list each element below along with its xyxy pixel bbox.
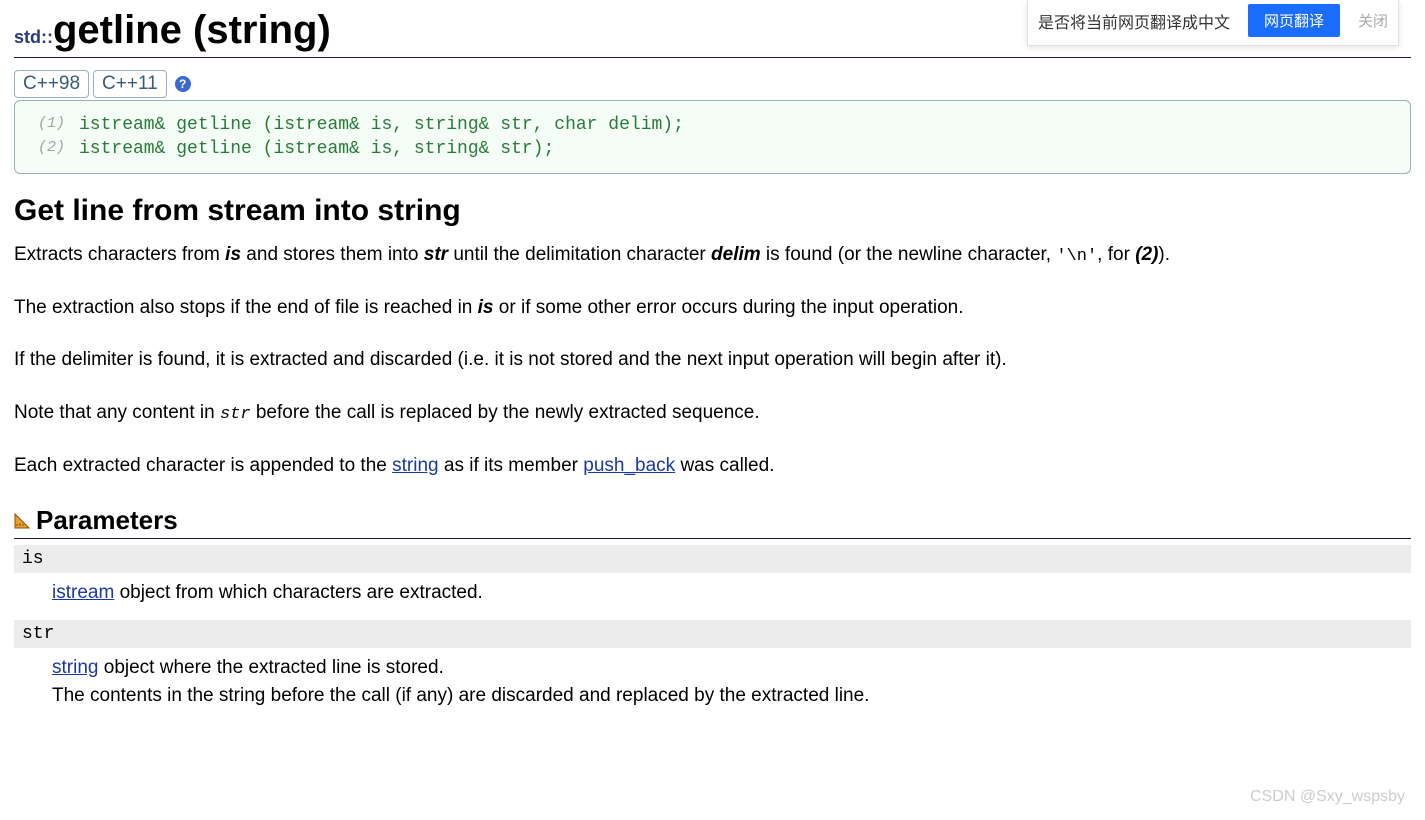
namespace-prefix: std::	[14, 27, 53, 48]
param-str-name: str	[14, 620, 1411, 648]
para-3: If the delimiter is found, it is extract…	[14, 347, 1411, 374]
signature-1-code: istream& getline (istream& is, string& s…	[79, 115, 684, 135]
help-icon[interactable]: ?	[175, 76, 191, 92]
page-title: getline (string)	[53, 8, 331, 53]
para-1: Extracts characters from is and stores t…	[14, 242, 1411, 269]
watermark: CSDN @Sxy_wspsby	[1250, 788, 1405, 806]
signature-2-num: (2)	[29, 139, 79, 159]
translate-question: 是否将当前网页翻译成中文	[1038, 9, 1230, 33]
link-string-param[interactable]: string	[52, 657, 98, 678]
ruler-icon	[14, 513, 30, 529]
tab-cpp98[interactable]: C++98	[14, 70, 89, 98]
para-2: The extraction also stops if the end of …	[14, 295, 1411, 322]
parameters-heading-row: Parameters	[14, 505, 1411, 539]
translate-bar: 是否将当前网页翻译成中文 网页翻译 关闭	[1027, 0, 1399, 46]
signature-2-code: istream& getline (istream& is, string& s…	[79, 139, 554, 159]
tab-cpp11[interactable]: C++11	[93, 70, 167, 98]
para-5: Each extracted character is appended to …	[14, 453, 1411, 480]
link-istream[interactable]: istream	[52, 582, 114, 603]
param-is-desc: istream object from which characters are…	[14, 573, 1411, 614]
param-is-name: is	[14, 545, 1411, 573]
signature-2: (2) istream& getline (istream& is, strin…	[29, 139, 1396, 159]
translate-close[interactable]: 关闭	[1358, 10, 1388, 31]
para-4: Note that any content in str before the …	[14, 400, 1411, 427]
signature-1: (1) istream& getline (istream& is, strin…	[29, 115, 1396, 135]
signature-1-num: (1)	[29, 115, 79, 135]
translate-button[interactable]: 网页翻译	[1248, 4, 1340, 37]
link-string[interactable]: string	[392, 455, 438, 476]
parameters-heading: Parameters	[36, 505, 178, 536]
summary-heading: Get line from stream into string	[14, 194, 1411, 228]
link-push-back[interactable]: push_back	[583, 455, 675, 476]
title-rule	[14, 57, 1411, 58]
signature-box: (1) istream& getline (istream& is, strin…	[14, 100, 1411, 174]
version-tabs: C++98 C++11 ?	[14, 70, 1411, 98]
param-str-desc: string object where the extracted line i…	[14, 648, 1411, 717]
